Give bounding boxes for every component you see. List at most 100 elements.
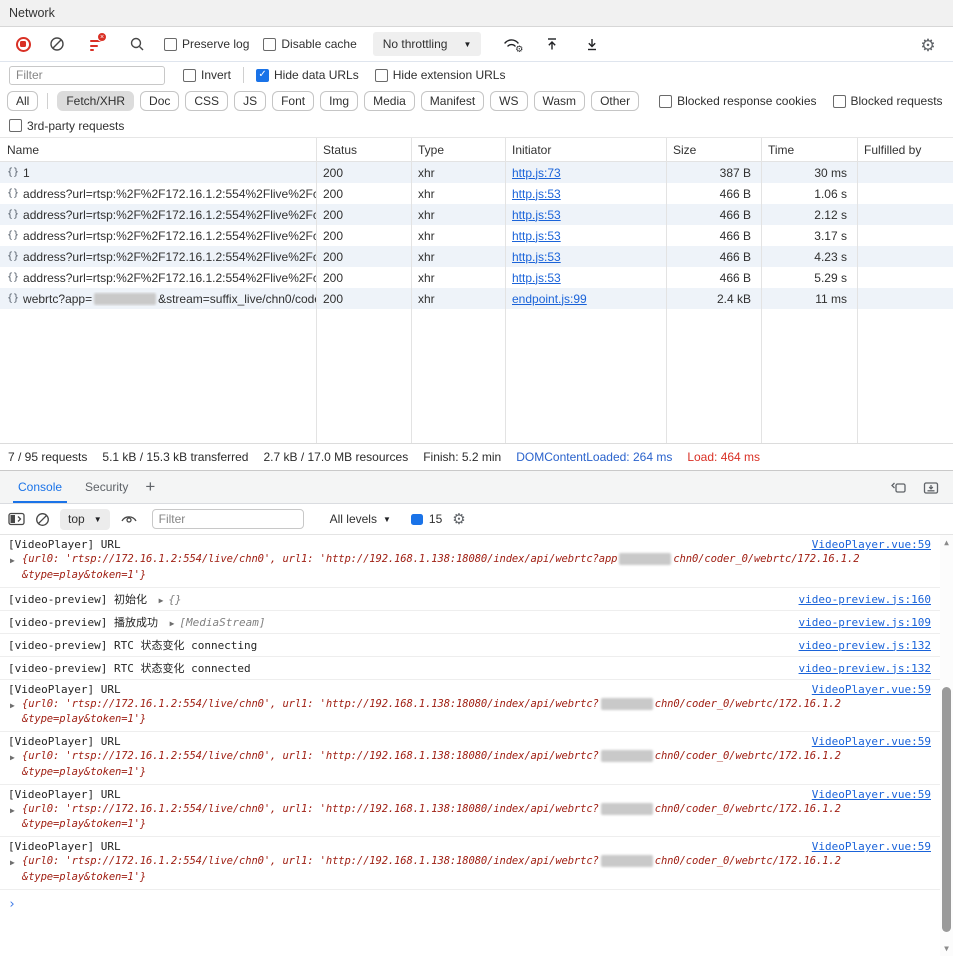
network-filter-toggle-button[interactable]: × [84, 31, 110, 57]
live-expression-eye-icon[interactable] [120, 512, 138, 526]
object-preview-text[interactable]: {url0: 'rtsp://172.16.1.2:554/live/chn0'… [22, 553, 931, 584]
network-request-row[interactable]: {}address?url=rtsp:%2F%2F172.16.1.2:554%… [0, 267, 953, 288]
filter-chip-font[interactable]: Font [272, 91, 314, 111]
filter-chip-all[interactable]: All [7, 91, 38, 111]
console-prompt[interactable]: › [0, 890, 953, 919]
column-header-initiator[interactable]: Initiator [505, 143, 666, 157]
import-har-button[interactable] [539, 31, 565, 57]
tab-console[interactable]: Console [13, 471, 67, 503]
third-party-requests-checkbox[interactable]: 3rd-party requests [9, 119, 124, 133]
initiator-link[interactable]: http.js:53 [512, 229, 561, 243]
export-har-button[interactable] [579, 31, 605, 57]
object-preview-text[interactable]: {url0: 'rtsp://172.16.1.2:554/live/chn0'… [22, 750, 931, 781]
initiator-link[interactable]: http.js:53 [512, 187, 561, 201]
object-preview-text[interactable]: {url0: 'rtsp://172.16.1.2:554/live/chn0'… [22, 803, 931, 834]
column-header-size[interactable]: Size [666, 143, 761, 157]
filter-chip-img[interactable]: Img [320, 91, 358, 111]
log-levels-select[interactable]: All levels ▼ [330, 512, 391, 526]
filter-chip-manifest[interactable]: Manifest [421, 91, 484, 111]
initiator-link[interactable]: http.js:53 [512, 208, 561, 222]
undock-drawer-icon[interactable] [890, 480, 907, 495]
network-filter-input[interactable] [9, 66, 165, 85]
console-context-select[interactable]: top ▼ [60, 509, 110, 530]
filter-chip-js[interactable]: JS [234, 91, 266, 111]
tab-security[interactable]: Security [80, 471, 133, 503]
clear-console-icon[interactable] [35, 512, 50, 527]
network-request-row[interactable]: {}webrtc?app=&stream=suffix_live/chn0/co… [0, 288, 953, 309]
scroll-down-icon[interactable]: ▼ [940, 944, 953, 953]
drawer-tab-bar: Console Security + [0, 470, 953, 504]
hide-extension-urls-checkbox[interactable]: Hide extension URLs [375, 68, 506, 82]
scroll-up-icon[interactable]: ▲ [940, 538, 953, 547]
source-location-link[interactable]: video-preview.js:109 [799, 616, 931, 629]
expand-arrow-icon[interactable]: ▶ [10, 858, 15, 867]
column-header-status[interactable]: Status [316, 143, 411, 157]
clear-network-log-button[interactable] [44, 31, 70, 57]
network-request-row[interactable]: {}address?url=rtsp:%2F%2F172.16.1.2:554%… [0, 183, 953, 204]
issues-count: 15 [429, 512, 442, 526]
initiator-link[interactable]: http.js:53 [512, 250, 561, 264]
initiator-link[interactable]: http.js:73 [512, 166, 561, 180]
filter-chip-ws[interactable]: WS [490, 91, 527, 111]
expand-drawer-icon[interactable] [923, 480, 939, 495]
object-preview-inline[interactable]: {} [168, 593, 181, 606]
expand-arrow-icon[interactable]: ▶ [10, 806, 15, 815]
request-name-cell: {}address?url=rtsp:%2F%2F172.16.1.2:554%… [0, 208, 316, 222]
scrollbar-thumb[interactable] [942, 687, 951, 932]
issues-counter[interactable]: 15 [411, 512, 442, 526]
initiator-link[interactable]: http.js:53 [512, 271, 561, 285]
add-drawer-tab-button[interactable]: + [145, 477, 155, 497]
expand-arrow-icon[interactable]: ▶ [10, 556, 15, 565]
filter-chip-other[interactable]: Other [591, 91, 639, 111]
source-location-link[interactable]: VideoPlayer.vue:59 [812, 538, 931, 551]
network-request-row[interactable]: {}address?url=rtsp:%2F%2F172.16.1.2:554%… [0, 246, 953, 267]
console-scrollbar[interactable]: ▲ ▼ [940, 535, 953, 956]
preserve-log-checkbox[interactable]: Preserve log [164, 37, 249, 51]
network-settings-button[interactable]: ⚙ [915, 32, 941, 58]
source-location-link[interactable]: video-preview.js:132 [799, 639, 931, 652]
filter-chip-wasm[interactable]: Wasm [534, 91, 586, 111]
hide-data-urls-checkbox[interactable]: ✓ Hide data URLs [256, 68, 359, 82]
column-header-fulfilled-by[interactable]: Fulfilled by [857, 143, 953, 157]
source-location-link[interactable]: video-preview.js:160 [799, 593, 931, 606]
object-preview-line2: &type=play&token=1'} [22, 765, 931, 781]
filter-chip-media[interactable]: Media [364, 91, 415, 111]
redacted-blur [619, 553, 671, 565]
column-header-type[interactable]: Type [411, 143, 505, 157]
expand-arrow-icon[interactable]: ▶ [170, 619, 175, 628]
source-location-link[interactable]: VideoPlayer.vue:59 [812, 735, 931, 748]
filter-chip-doc[interactable]: Doc [140, 91, 179, 111]
request-initiator-cell: http.js:53 [505, 208, 666, 222]
source-location-link[interactable]: VideoPlayer.vue:59 [812, 683, 931, 696]
source-location-link[interactable]: VideoPlayer.vue:59 [812, 840, 931, 853]
throttling-select[interactable]: No throttling ▼ [373, 32, 482, 56]
console-settings-button[interactable]: ⚙ [452, 512, 465, 527]
record-button[interactable] [10, 31, 36, 57]
expand-arrow-icon[interactable]: ▶ [10, 701, 15, 710]
invert-checkbox[interactable]: Invert [183, 68, 231, 82]
blocked-response-cookies-checkbox[interactable]: Blocked response cookies [659, 94, 816, 108]
column-header-name[interactable]: Name [0, 143, 316, 157]
initiator-link[interactable]: endpoint.js:99 [512, 292, 587, 306]
disable-cache-checkbox[interactable]: Disable cache [263, 37, 356, 51]
network-conditions-button[interactable]: ⚙ [499, 31, 525, 57]
source-location-link[interactable]: video-preview.js:132 [799, 662, 931, 675]
expand-arrow-icon[interactable]: ▶ [10, 753, 15, 762]
object-preview-text[interactable]: {url0: 'rtsp://172.16.1.2:554/live/chn0'… [22, 698, 931, 729]
blocked-requests-checkbox[interactable]: Blocked requests [833, 94, 943, 108]
filter-chip-fetch-xhr[interactable]: Fetch/XHR [57, 91, 134, 111]
expand-arrow-icon[interactable]: ▶ [159, 596, 164, 605]
source-location-link[interactable]: VideoPlayer.vue:59 [812, 788, 931, 801]
column-header-time[interactable]: Time [761, 143, 857, 157]
network-request-row[interactable]: {}address?url=rtsp:%2F%2F172.16.1.2:554%… [0, 204, 953, 225]
object-preview-text[interactable]: {url0: 'rtsp://172.16.1.2:554/live/chn0'… [22, 855, 931, 886]
network-request-row[interactable]: {}address?url=rtsp:%2F%2F172.16.1.2:554%… [0, 225, 953, 246]
object-preview-inline[interactable]: [MediaStream] [179, 616, 265, 629]
request-initiator-cell: endpoint.js:99 [505, 292, 666, 306]
network-search-button[interactable] [124, 31, 150, 57]
console-filter-input[interactable] [152, 509, 304, 529]
filter-chip-css[interactable]: CSS [185, 91, 228, 111]
request-initiator-cell: http.js:53 [505, 250, 666, 264]
console-sidebar-icon[interactable] [8, 512, 25, 526]
network-request-row[interactable]: {}1200xhrhttp.js:73387 B30 ms [0, 162, 953, 183]
